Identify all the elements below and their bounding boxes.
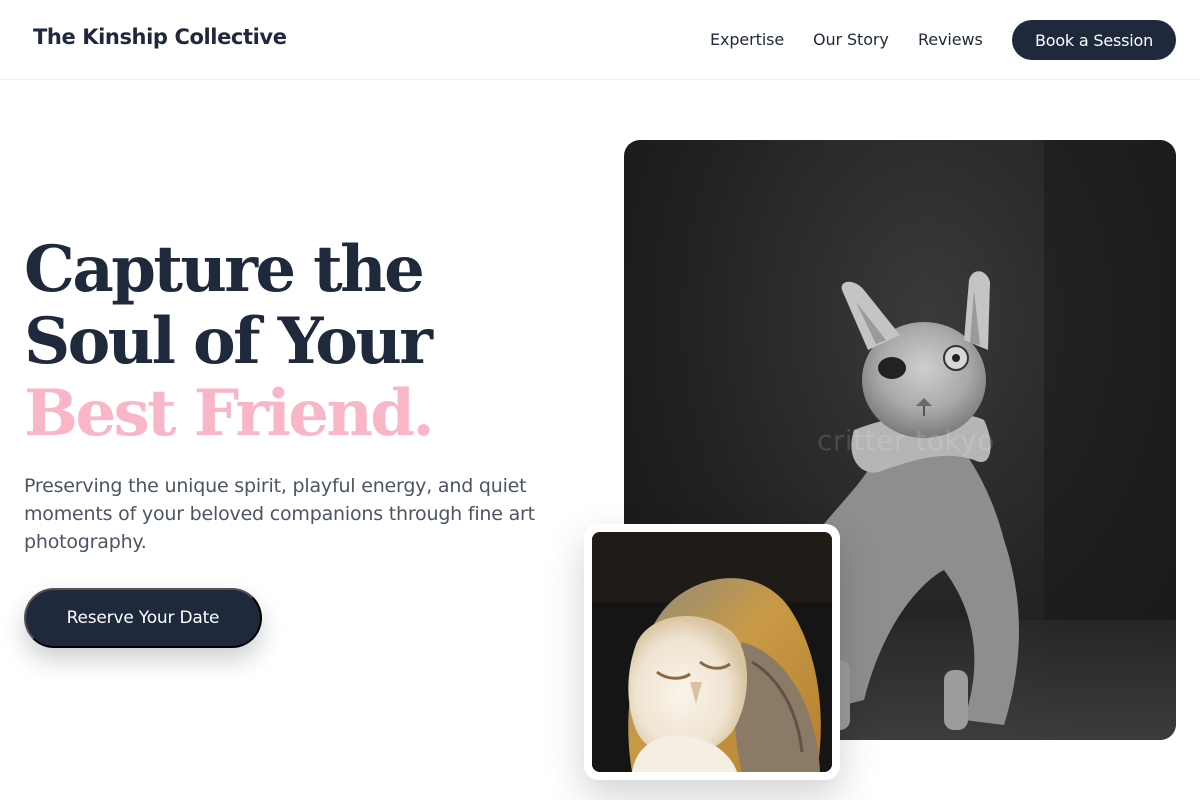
photo-watermark: critter tokyo (817, 424, 995, 457)
book-session-button[interactable]: Book a Session (1012, 20, 1176, 60)
owl-photo (592, 532, 832, 772)
site-header: The Kinship Collective Expertise Our Sto… (0, 0, 1200, 80)
hero-title-line-2: Soul of Your (24, 304, 433, 379)
nav-link-expertise[interactable]: Expertise (710, 30, 784, 49)
owl-photo-card (584, 524, 840, 780)
hero-title: Capture the Soul of Your Best Friend. (24, 234, 584, 450)
nav-link-our-story[interactable]: Our Story (813, 30, 889, 49)
hero-subtitle: Preserving the unique spirit, playful en… (24, 475, 535, 553)
nav-link-reviews[interactable]: Reviews (918, 30, 983, 49)
hero-title-accent: Best Friend. (24, 376, 435, 451)
brand-logo[interactable]: The Kinship Collective (33, 25, 287, 49)
owl-illustration (592, 532, 832, 772)
reserve-date-button[interactable]: Reserve Your Date (24, 588, 262, 648)
hero-title-line-1: Capture the (24, 232, 425, 307)
